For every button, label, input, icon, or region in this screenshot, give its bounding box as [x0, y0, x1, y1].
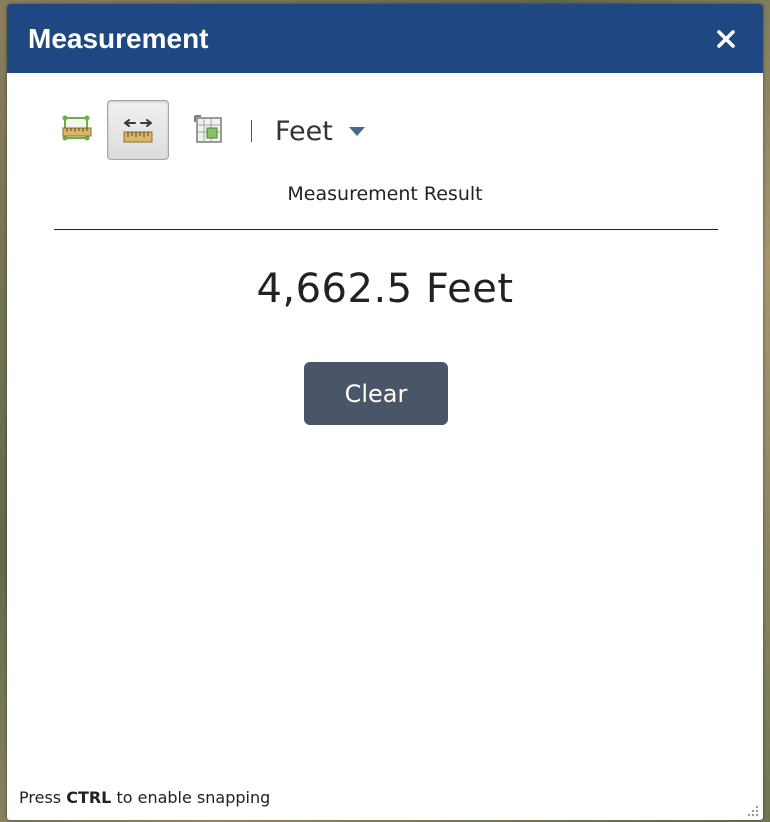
measure-toolbar: Feet: [47, 100, 447, 162]
result-heading: Measurement Result: [287, 183, 483, 205]
snapping-hint-prefix: Press: [19, 788, 67, 807]
clear-button[interactable]: Clear: [304, 362, 448, 425]
area-tool-button[interactable]: [47, 100, 107, 160]
result-divider: [54, 229, 718, 230]
unit-selected-label: Feet: [275, 115, 333, 147]
chevron-down-icon: [348, 126, 365, 136]
toolbar-separator: [251, 120, 252, 142]
location-measure-icon: [194, 115, 222, 143]
distance-measure-icon: [123, 119, 153, 143]
snapping-hint: Press CTRL to enable snapping: [19, 788, 270, 807]
panel-titlebar[interactable]: Measurement: [7, 4, 763, 73]
close-icon[interactable]: [715, 28, 737, 50]
location-tool-button[interactable]: [179, 100, 239, 160]
snapping-hint-key: CTRL: [66, 788, 112, 807]
area-measure-icon: [62, 115, 92, 141]
panel-title: Measurement: [28, 23, 209, 54]
resize-grip-icon[interactable]: [745, 802, 759, 817]
measurement-panel: Measurement Feet Measurement Result 4,66…: [7, 4, 763, 820]
result-value: 4,662.5 Feet: [256, 266, 514, 312]
snapping-hint-suffix: to enable snapping: [111, 788, 271, 807]
unit-dropdown[interactable]: Feet: [275, 114, 365, 148]
distance-tool-button[interactable]: [107, 100, 169, 160]
